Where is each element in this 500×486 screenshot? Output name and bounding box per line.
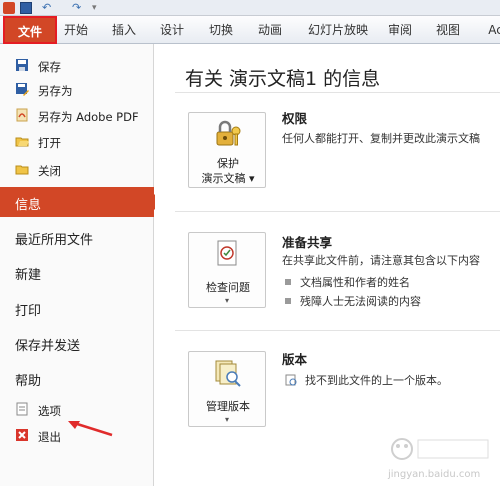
watermark-logo: jingyan.baidu.com: [388, 432, 498, 484]
bullet-icon: [285, 298, 291, 304]
quick-access-toolbar: ↶ ↷ ▾: [0, 0, 500, 16]
ribbon-tab-bar: 文件 开始 插入 设计 切换 动画 幻灯片放映 审阅 视图 Acr: [0, 16, 500, 44]
nav-open-label: 打开: [38, 136, 61, 150]
divider: [175, 211, 500, 212]
tab-transitions[interactable]: 切换: [201, 16, 241, 44]
permissions-heading: 权限: [282, 111, 308, 126]
versions-heading: 版本: [282, 352, 308, 367]
protect-button-label: 保护: [217, 157, 239, 170]
nav-save-as-pdf-label: 另存为 Adobe PDF: [38, 110, 139, 124]
share-bullet: 文档属性和作者的姓名: [285, 274, 410, 290]
inspect-document-icon: [217, 240, 237, 266]
nav-new[interactable]: 新建: [0, 257, 154, 287]
nav-recent[interactable]: 最近所用文件: [0, 222, 154, 252]
exit-icon: [16, 429, 28, 441]
chevron-down-icon: ▾: [225, 415, 230, 424]
nav-info[interactable]: 信息: [0, 187, 162, 217]
chevron-down-icon: ▾: [225, 296, 230, 305]
nav-save-and-send-label: 保存并发送: [15, 339, 81, 354]
save-as-icon: [16, 83, 29, 96]
nav-save-as-pdf[interactable]: 另存为 Adobe PDF: [0, 106, 154, 126]
save-icon[interactable]: [20, 2, 32, 14]
redo-icon[interactable]: ↷: [72, 2, 84, 14]
protect-presentation-button[interactable]: 保护 演示文稿 ▾: [188, 112, 266, 188]
annotation-arrow-icon: [68, 421, 113, 437]
baidu-jingyan-logo-icon: [391, 438, 489, 460]
permissions-description: 任何人都能打开、复制并更改此演示文稿: [282, 132, 480, 145]
protect-button-label-2: 演示文稿 ▾: [201, 172, 255, 185]
nav-exit-label: 退出: [38, 430, 61, 444]
undo-icon[interactable]: ↶: [42, 2, 54, 14]
nav-save-label: 保存: [38, 60, 61, 74]
tab-file[interactable]: 文件: [3, 16, 57, 44]
divider: [175, 330, 500, 331]
watermark-caption: jingyan.baidu.com: [388, 469, 481, 480]
nav-new-label: 新建: [15, 268, 42, 283]
nav-save-as[interactable]: 另存为: [0, 80, 154, 100]
nav-save-and-send[interactable]: 保存并发送: [0, 328, 154, 358]
nav-recent-label: 最近所用文件: [15, 233, 94, 248]
powerpoint-backstage-window: ↶ ↷ ▾ 文件 开始 插入 设计 切换 动画 幻灯片放映 审阅 视图 Acr …: [0, 0, 500, 486]
open-folder-icon: [15, 137, 29, 147]
share-heading: 准备共享: [282, 235, 333, 250]
divider: [175, 92, 500, 93]
nav-close[interactable]: 关闭: [0, 160, 154, 180]
page-title: 有关 演示文稿1 的信息: [185, 68, 381, 90]
tab-animations[interactable]: 动画: [250, 16, 290, 44]
manage-versions-button-label: 管理版本: [206, 400, 250, 413]
save-icon: [16, 59, 28, 71]
nav-save[interactable]: 保存: [0, 56, 154, 76]
close-folder-icon: [15, 165, 29, 175]
version-status-icon: [285, 374, 297, 386]
tab-acrobat[interactable]: Acr: [478, 16, 500, 44]
tab-view[interactable]: 视图: [428, 16, 468, 44]
lock-key-icon: [216, 120, 241, 146]
nav-print-label: 打印: [15, 304, 42, 319]
nav-close-label: 关闭: [38, 164, 61, 178]
tab-home[interactable]: 开始: [56, 16, 96, 44]
nav-options-label: 选项: [38, 404, 61, 418]
versions-icon: [215, 360, 241, 387]
tab-slide-show[interactable]: 幻灯片放映: [302, 16, 374, 44]
powerpoint-app-icon[interactable]: [3, 2, 15, 14]
nav-options[interactable]: 选项: [0, 400, 154, 420]
nav-help[interactable]: 帮助: [0, 363, 154, 393]
info-pane: 有关 演示文稿1 的信息 保护 演示文稿 ▾ 权限 任何人都能打开、复制并更改此…: [155, 44, 500, 486]
tab-insert[interactable]: 插入: [104, 16, 144, 44]
check-for-issues-button[interactable]: 检查问题 ▾: [188, 232, 266, 308]
tab-review[interactable]: 审阅: [380, 16, 420, 44]
customize-qat-icon[interactable]: ▾: [92, 2, 104, 14]
share-description: 在共享此文件前，请注意其包含以下内容: [282, 254, 480, 267]
check-issues-button-label: 检查问题: [206, 281, 250, 294]
versions-description: 找不到此文件的上一个版本。: [285, 372, 448, 388]
tab-design[interactable]: 设计: [152, 16, 192, 44]
nav-info-label: 信息: [15, 198, 42, 213]
nav-print[interactable]: 打印: [0, 293, 154, 323]
pdf-icon: [16, 108, 28, 122]
nav-open[interactable]: 打开: [0, 132, 154, 152]
share-bullet: 残障人士无法阅读的内容: [285, 293, 421, 309]
nav-save-as-label: 另存为: [38, 84, 73, 98]
manage-versions-button[interactable]: 管理版本 ▾: [188, 351, 266, 427]
nav-help-label: 帮助: [15, 374, 42, 389]
bullet-icon: [285, 279, 291, 285]
options-icon: [16, 402, 28, 416]
